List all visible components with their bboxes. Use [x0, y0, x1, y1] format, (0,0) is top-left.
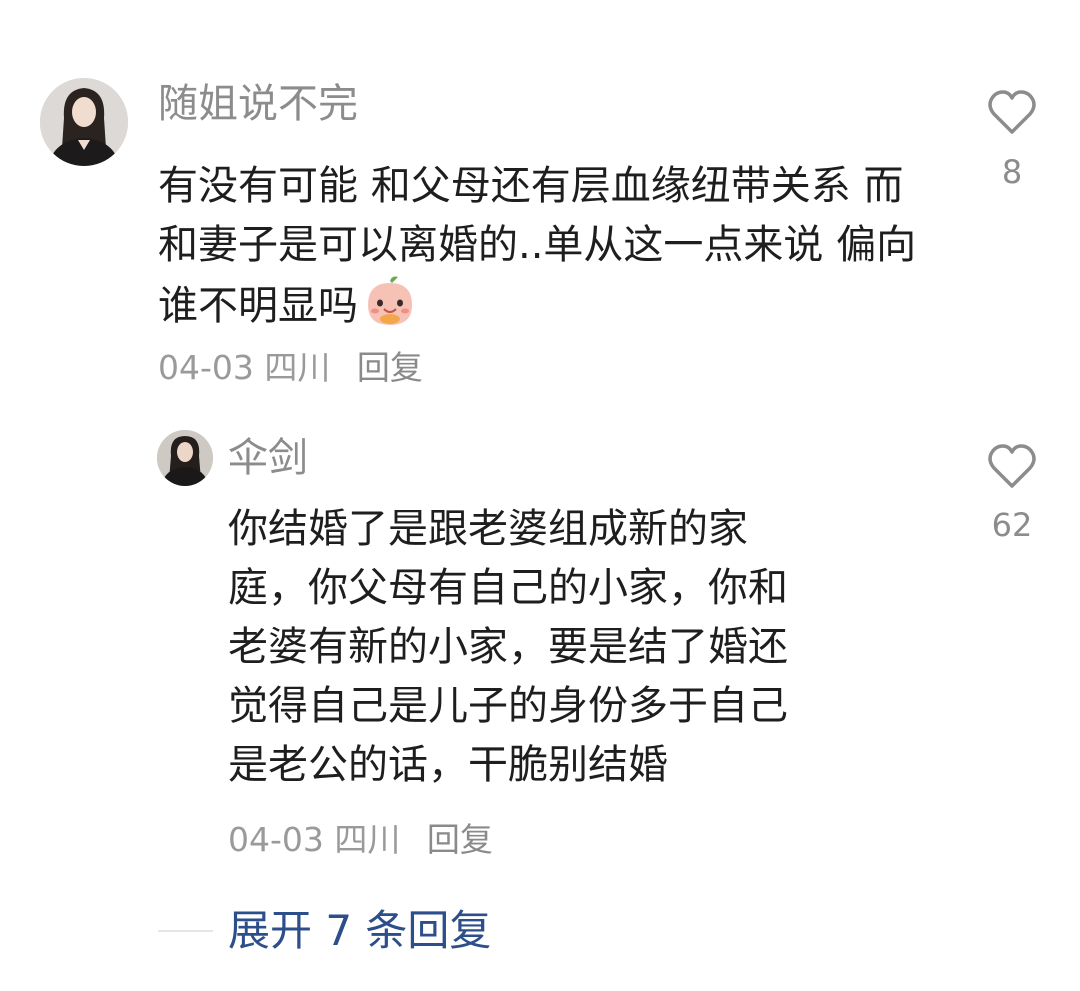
comment-location: 四川: [264, 348, 331, 387]
reply-meta: 04-03 四川 回复: [228, 820, 493, 860]
comment-like-count: 8: [1001, 153, 1023, 191]
commenter-username[interactable]: 随姐说不完: [158, 80, 358, 128]
reply-like-button[interactable]: [983, 442, 1041, 490]
reply-text: 你结婚了是跟老婆组成新的家 庭，你父母有自己的小家，你和 老婆有新的小家，要是结…: [228, 500, 918, 795]
expand-divider: [158, 930, 213, 932]
comment-like-button[interactable]: [983, 88, 1041, 136]
peach-face-emoji-icon: [362, 275, 418, 344]
heart-outline-icon: [988, 444, 1036, 488]
reply-like-count: 62: [991, 506, 1033, 544]
commenter-avatar[interactable]: [40, 78, 128, 166]
replier-username[interactable]: 伞剑: [228, 434, 308, 482]
reply-location: 四川: [334, 820, 401, 859]
expand-replies-button[interactable]: 展开 7 条回复: [228, 906, 491, 956]
comment-date: 04-03: [158, 348, 254, 387]
replier-avatar[interactable]: [157, 430, 213, 486]
reply-text-line: 你结婚了是跟老婆组成新的家: [228, 506, 748, 552]
reply-reply-button[interactable]: 回复: [427, 820, 493, 859]
comment-text: 有没有可能 和父母还有层血缘纽带关系 而和妻子是可以离婚的..单从这一点来说 偏…: [158, 157, 918, 344]
comment-meta: 04-03 四川 回复: [158, 348, 423, 388]
comment-reply-button[interactable]: 回复: [357, 348, 423, 387]
reply-text-line: 是老公的话，干脆别结婚: [228, 742, 668, 788]
comment-text-content: 有没有可能 和父母还有层血缘纽带关系 而和妻子是可以离婚的..单从这一点来说 偏…: [158, 163, 917, 329]
reply-text-line: 觉得自己是儿子的身份多于自己: [228, 683, 788, 729]
reply-text-line: 老婆有新的小家，要是结了婚还: [228, 624, 788, 670]
reply-date: 04-03: [228, 820, 324, 859]
reply-text-line: 庭，你父母有自己的小家，你和: [228, 565, 788, 611]
heart-outline-icon: [988, 90, 1036, 134]
